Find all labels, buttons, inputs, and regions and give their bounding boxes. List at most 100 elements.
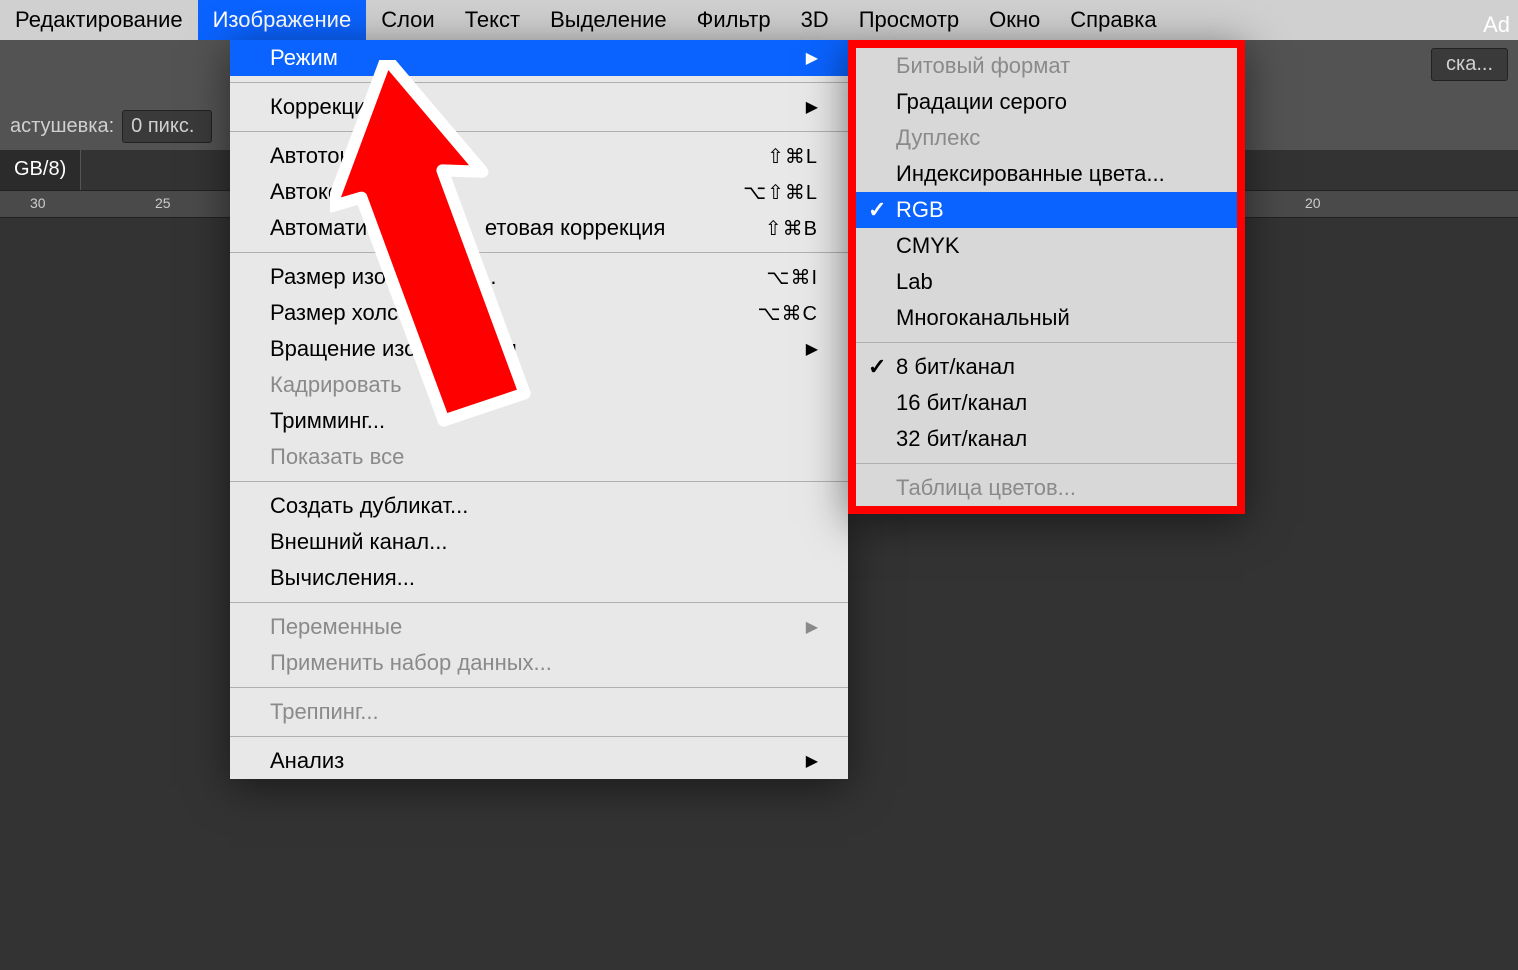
menu-item-adjustments[interactable]: Коррекци ▶ <box>230 89 848 125</box>
shortcut-text: ⌥⇧⌘L <box>743 180 818 205</box>
menu-text[interactable]: Текст <box>450 0 535 40</box>
feather-label: астушевка: <box>10 115 114 138</box>
menu-view[interactable]: Просмотр <box>844 0 974 40</box>
menu-item-label: 16 бит/канал <box>896 390 1027 416</box>
menu-item-canvas-size[interactable]: Размер холста... ⌥⌘C <box>230 295 848 331</box>
mode-item-indexed-color[interactable]: Индексированные цвета... <box>856 156 1237 192</box>
menu-item-label: Lab <box>896 269 933 295</box>
menu-item-label: RGB <box>896 197 944 223</box>
menu-item-label: Вычисления... <box>270 565 415 591</box>
menu-item-mode[interactable]: Режим ▶ <box>230 40 848 76</box>
menu-separator <box>230 687 848 688</box>
menu-item-label: Автоматическ етовая коррекция <box>270 215 665 241</box>
menu-item-label: Коррекци <box>270 94 366 120</box>
menu-edit[interactable]: Редактирование <box>0 0 198 40</box>
menu-filter[interactable]: Фильтр <box>682 0 786 40</box>
menu-item-variables: Переменные ▶ <box>230 609 848 645</box>
menu-item-autocontrast[interactable]: Автоконтр ⌥⇧⌘L <box>230 174 848 210</box>
menu-window[interactable]: Окно <box>974 0 1055 40</box>
menu-separator <box>230 252 848 253</box>
submenu-arrow-icon: ▶ <box>806 97 818 117</box>
menu-item-label: Анализ <box>270 748 344 774</box>
mode-item-16bit[interactable]: 16 бит/канал <box>856 385 1237 421</box>
menu-item-label: Размер холста... <box>270 300 438 326</box>
mask-button[interactable]: ска... <box>1431 48 1508 81</box>
menu-item-crop: Кадрировать <box>230 367 848 403</box>
document-tab[interactable]: GB/8) <box>0 150 81 190</box>
menu-separator <box>230 736 848 737</box>
menu-item-label: Битовый формат <box>896 53 1070 79</box>
menu-item-label: 8 бит/канал <box>896 354 1015 380</box>
menu-separator <box>230 82 848 83</box>
menu-separator <box>230 602 848 603</box>
menu-item-apply-data-set: Применить набор данных... <box>230 645 848 681</box>
mode-item-bitmap: Битовый формат <box>856 48 1237 84</box>
menu-item-label: Тримминг... <box>270 408 385 434</box>
feather-field[interactable] <box>122 110 212 143</box>
menu-item-trap: Треппинг... <box>230 694 848 730</box>
submenu-arrow-icon: ▶ <box>806 751 818 771</box>
mode-item-grayscale[interactable]: Градации серого <box>856 84 1237 120</box>
menu-item-label: Размер изобр .. <box>270 264 497 290</box>
mode-item-8bit[interactable]: ✓ 8 бит/канал <box>856 349 1237 385</box>
shortcut-text: ⌥⌘I <box>766 265 818 290</box>
menu-help[interactable]: Справка <box>1055 0 1171 40</box>
menu-item-image-size[interactable]: Размер изобр .. ⌥⌘I <box>230 259 848 295</box>
menu-separator <box>230 131 848 132</box>
menu-item-label: CMYK <box>896 233 960 259</box>
menu-item-label: Дуплекс <box>896 125 980 151</box>
menu-item-image-rotation[interactable]: Вращение изображения ▶ <box>230 331 848 367</box>
menu-item-label: 32 бит/канал <box>896 426 1027 452</box>
menu-item-calculations[interactable]: Вычисления... <box>230 560 848 596</box>
menu-separator <box>856 463 1237 464</box>
submenu-arrow-icon: ▶ <box>806 339 818 359</box>
menu-item-reveal-all: Показать все <box>230 439 848 475</box>
mode-item-color-table: Таблица цветов... <box>856 470 1237 506</box>
menu-separator <box>230 481 848 482</box>
ruler-mark: 30 <box>30 195 46 211</box>
mode-item-lab[interactable]: Lab <box>856 264 1237 300</box>
menu-separator <box>856 342 1237 343</box>
menu-item-label: Вращение изображения <box>270 336 517 362</box>
mode-item-duotone: Дуплекс <box>856 120 1237 156</box>
menu-item-autotone[interactable]: Автотон ⇧⌘L <box>230 138 848 174</box>
mode-item-multichannel[interactable]: Многоканальный <box>856 300 1237 336</box>
mode-item-rgb[interactable]: ✓ RGB <box>856 192 1237 228</box>
menu-item-label: Применить набор данных... <box>270 650 552 676</box>
menu-item-label: Кадрировать <box>270 372 402 398</box>
menu-item-label: Создать дубликат... <box>270 493 468 519</box>
ruler-mark: 20 <box>1305 195 1321 211</box>
menu-item-label: Градации серого <box>896 89 1067 115</box>
mode-item-cmyk[interactable]: CMYK <box>856 228 1237 264</box>
menu-item-label: Таблица цветов... <box>896 475 1076 501</box>
right-label: Ad <box>1483 12 1510 38</box>
menu-item-label: Многоканальный <box>896 305 1070 331</box>
submenu-arrow-icon: ▶ <box>806 617 818 637</box>
menu-item-label: Показать все <box>270 444 404 470</box>
checkmark-icon: ✓ <box>868 197 886 223</box>
shortcut-text: ⇧⌘L <box>767 144 818 169</box>
checkmark-icon: ✓ <box>868 354 886 380</box>
menu-item-apply-image[interactable]: Внешний канал... <box>230 524 848 560</box>
menu-item-trim[interactable]: Тримминг... <box>230 403 848 439</box>
menu-item-label: Внешний канал... <box>270 529 447 555</box>
shortcut-text: ⌥⌘C <box>758 301 819 326</box>
shortcut-text: ⇧⌘B <box>765 216 818 241</box>
menu-item-autocolor[interactable]: Автоматическ етовая коррекция ⇧⌘B <box>230 210 848 246</box>
menu-3d[interactable]: 3D <box>786 0 844 40</box>
menu-item-label: Автотон <box>270 143 352 169</box>
menu-select[interactable]: Выделение <box>535 0 682 40</box>
image-menu-dropdown: Режим ▶ Коррекци ▶ Автотон ⇧⌘L Автоконтр… <box>230 40 848 779</box>
menu-layers[interactable]: Слои <box>366 0 450 40</box>
mode-item-32bit[interactable]: 32 бит/канал <box>856 421 1237 457</box>
menu-item-label: Индексированные цвета... <box>896 161 1165 187</box>
menu-item-analysis[interactable]: Анализ ▶ <box>230 743 848 779</box>
menu-image[interactable]: Изображение <box>198 0 367 40</box>
ruler-mark: 25 <box>155 195 171 211</box>
menu-item-label: Треппинг... <box>270 699 379 725</box>
menu-item-duplicate[interactable]: Создать дубликат... <box>230 488 848 524</box>
mode-submenu-dropdown: Битовый формат Градации серого Дуплекс И… <box>848 40 1245 514</box>
submenu-arrow-icon: ▶ <box>806 48 818 68</box>
menu-item-label: Режим <box>270 45 338 71</box>
menu-item-label: Автоконтр <box>270 179 375 205</box>
